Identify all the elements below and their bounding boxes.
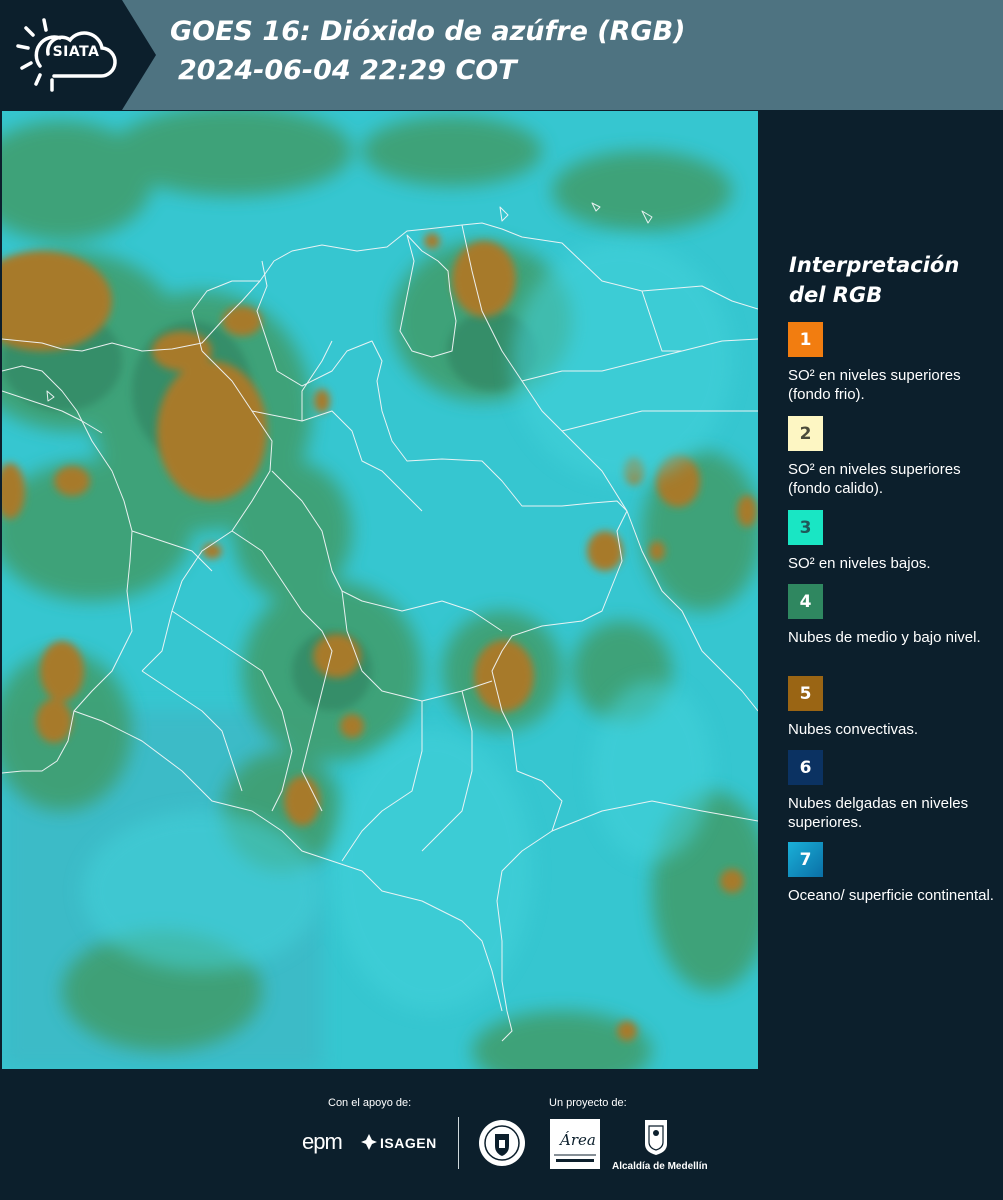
legend-item-2: 2 SO² en niveles superiores (fondo calid…: [788, 416, 998, 498]
legend-item-1: 1 SO² en niveles superiores (fondo frio)…: [788, 322, 998, 404]
footer-divider: [458, 1117, 459, 1169]
legend-swatch: 3: [788, 510, 823, 545]
legend-label: SO² en niveles superiores (fondo frio).: [788, 367, 961, 403]
legend-swatch: 4: [788, 584, 823, 619]
legend-swatch: 6: [788, 750, 823, 785]
siata-logo[interactable]: SIATA: [0, 0, 156, 110]
legend-number: 2: [799, 423, 812, 444]
legend-title: Interpretación del RGB: [789, 253, 960, 307]
legend-label: Nubes convectivas.: [788, 721, 919, 738]
support-label: Con el apoyo de:: [328, 1097, 412, 1109]
medellin-seal-icon[interactable]: [478, 1119, 526, 1167]
legend-swatch: 2: [788, 416, 823, 451]
legend-item-3: 3 SO² en niveles bajos.: [788, 510, 998, 573]
page-title: GOES 16: Dióxido de azúfre (RGB): [170, 16, 686, 47]
map-canvas: [2, 111, 758, 1069]
isagen-logo[interactable]: ISAGEN: [380, 1135, 437, 1151]
legend-number: 1: [799, 329, 812, 350]
legend-item-7: 7 Oceano/ superficie continental.: [788, 842, 998, 905]
alcaldia-crest-icon[interactable]: [643, 1118, 669, 1156]
legend-panel: Interpretación del RGB 1 SO² en niveles …: [760, 111, 1003, 1069]
legend-item-6: 6 Nubes delgadas en niveles superiores.: [788, 750, 998, 832]
epm-logo[interactable]: epm: [302, 1129, 343, 1155]
footer: Con el apoyo de: Un proyecto de: epm ISA…: [0, 1069, 1003, 1200]
isagen-mark-icon: [361, 1134, 377, 1150]
alcaldia-text: Alcaldía de Medellín: [612, 1161, 708, 1172]
legend-number: 6: [799, 757, 812, 778]
legend-label: Nubes delgadas en niveles superiores.: [788, 795, 969, 831]
legend-number: 3: [799, 517, 812, 538]
legend-number: 4: [799, 591, 812, 612]
legend-number: 7: [799, 849, 812, 870]
satellite-map[interactable]: [2, 111, 758, 1069]
legend-swatch: 1: [788, 322, 823, 357]
amva-text: Área: [560, 1131, 596, 1149]
legend-swatch: 5: [788, 676, 823, 711]
logo-text: SIATA: [52, 44, 100, 60]
project-label: Un proyecto de:: [549, 1097, 627, 1109]
legend-label: SO² en niveles bajos.: [788, 555, 931, 572]
legend-item-4: 4 Nubes de medio y bajo nivel.: [788, 584, 998, 647]
legend-swatch: 7: [788, 842, 823, 877]
legend-label: SO² en niveles superiores (fondo calido)…: [788, 461, 961, 497]
legend-item-5: 5 Nubes convectivas.: [788, 676, 998, 739]
legend-label: Nubes de medio y bajo nivel.: [788, 629, 981, 646]
header-bar: SIATA GOES 16: Dióxido de azúfre (RGB) 2…: [0, 0, 1003, 110]
legend-number: 5: [799, 683, 812, 704]
legend-label: Oceano/ superficie continental.: [788, 887, 994, 904]
timestamp: 2024-06-04 22:29 COT: [178, 55, 517, 86]
